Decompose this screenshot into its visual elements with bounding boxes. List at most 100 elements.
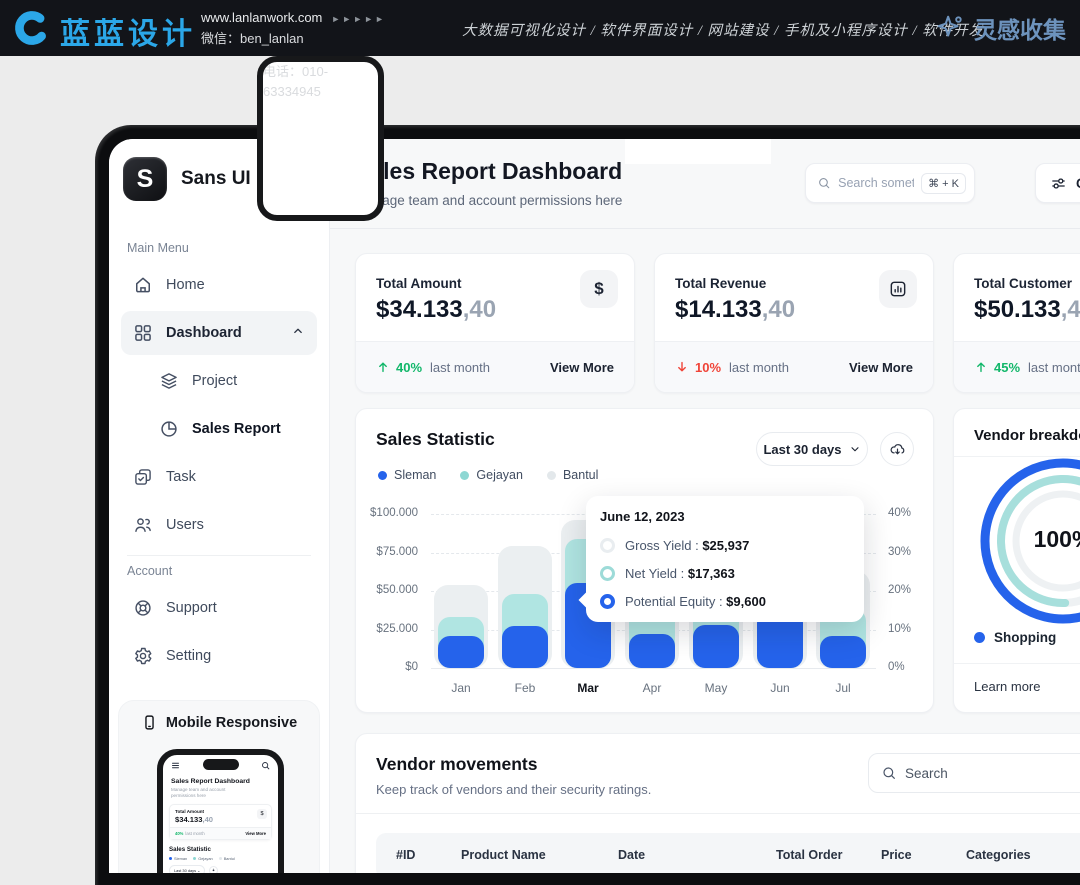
banner-website[interactable]: www.lanlanwork.com (201, 10, 322, 25)
stat-cards-row: Total Amount $34.133,40 $ 40% last month… (355, 253, 1080, 393)
phone-page-title: Sales Report Dashboard (171, 778, 270, 785)
x-axis-label-jun: Jun (750, 681, 810, 695)
stat-footer: 40% last month View More (356, 341, 634, 392)
phone-sales-statistic: Sales Statistic SlemanGejayanBantul Last… (169, 846, 272, 873)
banner-phone: 电话：010-63334945 (257, 56, 384, 221)
ring-icon (600, 594, 615, 609)
chevron-down-icon (849, 443, 861, 455)
search-input[interactable] (838, 176, 914, 190)
column-header--id[interactable]: #ID (396, 848, 415, 862)
stat-card-total-revenue: Total Revenue $14.133,40 10% last month … (654, 253, 934, 393)
sliders-icon (1050, 175, 1067, 192)
sansui-logo-icon: S (123, 157, 167, 201)
trend-percent: 45% (994, 360, 1020, 375)
shortcut-badge: ⌘ + K (921, 173, 966, 194)
sidebar-item-setting[interactable]: Setting (121, 634, 317, 678)
y-axis-tick-left: $100.000 (364, 507, 418, 519)
bar-jul-sleman[interactable] (820, 636, 866, 668)
home-icon (133, 275, 153, 295)
sidebar: S Sans UI Main MenuHomeDashboardProjectS… (109, 139, 330, 873)
bar-may-sleman[interactable] (693, 625, 739, 668)
phone-legend-item: Gejayan (193, 856, 213, 861)
chart-icon (879, 270, 917, 308)
learn-more-link[interactable]: Learn more (974, 679, 1040, 694)
export-download-button[interactable] (880, 432, 914, 466)
grid-icon (133, 323, 153, 343)
y-axis-tick-left: $25.000 (364, 623, 418, 635)
y-axis-tick-right: 40% (888, 507, 911, 519)
stat-card-total-customer: Total Customer $50.133,40 45% last month… (953, 253, 1080, 393)
sidebar-item-sales-report[interactable]: Sales Report (121, 407, 317, 451)
banner-collect-label: 灵感收集 (974, 11, 1066, 45)
tooltip-row: Gross Yield : $25,937 (600, 531, 850, 559)
header-divider (330, 228, 1080, 229)
layers-icon (159, 371, 179, 391)
brand-name: Sans UI (181, 168, 251, 190)
legend-item-bantul: Bantul (547, 468, 598, 482)
divider (356, 813, 1080, 814)
column-header-total-order[interactable]: Total Order (776, 848, 842, 862)
chart-legend: SlemanGejayanBantul (378, 468, 598, 482)
sidebar-item-users[interactable]: Users (121, 503, 317, 547)
bar-apr-sleman[interactable] (629, 634, 675, 668)
arrow-up-icon (974, 360, 988, 374)
x-axis-label-apr: Apr (622, 681, 682, 695)
divider (954, 663, 1080, 664)
chart-tooltip: June 12, 2023 Gross Yield : $25,937 Net … (586, 496, 864, 622)
sales-statistic-card: Sales Statistic SlemanGejayanBantul Last… (355, 408, 934, 713)
global-search[interactable]: ⌘ + K (805, 163, 975, 203)
y-axis-tick-right: 30% (888, 546, 911, 558)
page-subtitle: Manage team and account permissions here (356, 193, 622, 208)
x-axis-label-jan: Jan (431, 681, 491, 695)
sidebar-nav: Main Menu HomeDashboardProjectSales Repor… (109, 219, 329, 678)
users-icon (133, 515, 153, 535)
trend-percent: 10% (695, 360, 721, 375)
cloud-download-icon (889, 441, 906, 458)
column-header-date[interactable]: Date (618, 848, 645, 862)
table-search[interactable] (868, 753, 1080, 793)
phone-period-pill: Last 30 days ⌄ (169, 865, 205, 873)
buoy-icon (133, 598, 153, 618)
sidebar-section-label: Main Menu (127, 241, 311, 255)
stat-footer: 45% last month View More (954, 341, 1080, 392)
y-axis-tick-right: 20% (888, 584, 911, 596)
y-axis-tick-right: 10% (888, 623, 911, 635)
bar-feb-sleman[interactable] (502, 626, 548, 668)
trend-note: last month (430, 360, 490, 375)
y-axis-tick-left: $50.000 (364, 584, 418, 596)
stat-footer: 10% last month View More (655, 341, 933, 392)
lanlan-logo-icon (10, 6, 54, 50)
table-search-input[interactable] (905, 766, 1065, 781)
phone-stat-card: Total Amount $34.133,40 $ 40% last month… (169, 804, 272, 840)
stat-value: $34.133,40 (376, 296, 496, 324)
donut-legend: Shopping (974, 630, 1080, 645)
donut-legend-item: Shopping (974, 630, 1056, 645)
phone-legend-item: Sleman (169, 856, 187, 861)
customize-button[interactable]: Customize (1035, 163, 1080, 203)
stat-label: Total Amount (376, 276, 461, 291)
banner-wechat: 微信：ben_lanlan (201, 31, 304, 46)
gridline (431, 668, 876, 669)
laptop-frame: S Sans UI Main MenuHomeDashboardProjectS… (95, 125, 1080, 885)
trend-note: last month (1028, 360, 1080, 375)
smartphone-icon (141, 714, 158, 731)
sidebar-item-support[interactable]: Support (121, 586, 317, 630)
sidebar-item-home[interactable]: Home (121, 263, 317, 307)
column-header-price[interactable]: Price (881, 848, 912, 862)
column-header-categories[interactable]: Categories (966, 848, 1031, 862)
view-more-link[interactable]: View More (849, 360, 913, 375)
view-more-link[interactable]: View More (550, 360, 614, 375)
brand-logo-text: 蓝蓝设计 (60, 9, 196, 53)
page-title: Sales Report Dashboard (355, 158, 622, 185)
mobile-responsive-card: Mobile Responsive Sales Report Dashboard… (118, 700, 320, 873)
period-dropdown[interactable]: Last 30 days (756, 432, 868, 466)
sidebar-item-task[interactable]: Task (121, 455, 317, 499)
bar-jan-sleman[interactable] (438, 636, 484, 668)
column-header-product-name[interactable]: Product Name (461, 848, 546, 862)
ring-icon (600, 566, 615, 581)
sidebar-item-dashboard[interactable]: Dashboard (121, 311, 317, 355)
phone-notch (203, 759, 239, 770)
search-icon (881, 765, 897, 781)
x-axis-label-may: May (686, 681, 746, 695)
sidebar-item-project[interactable]: Project (121, 359, 317, 403)
